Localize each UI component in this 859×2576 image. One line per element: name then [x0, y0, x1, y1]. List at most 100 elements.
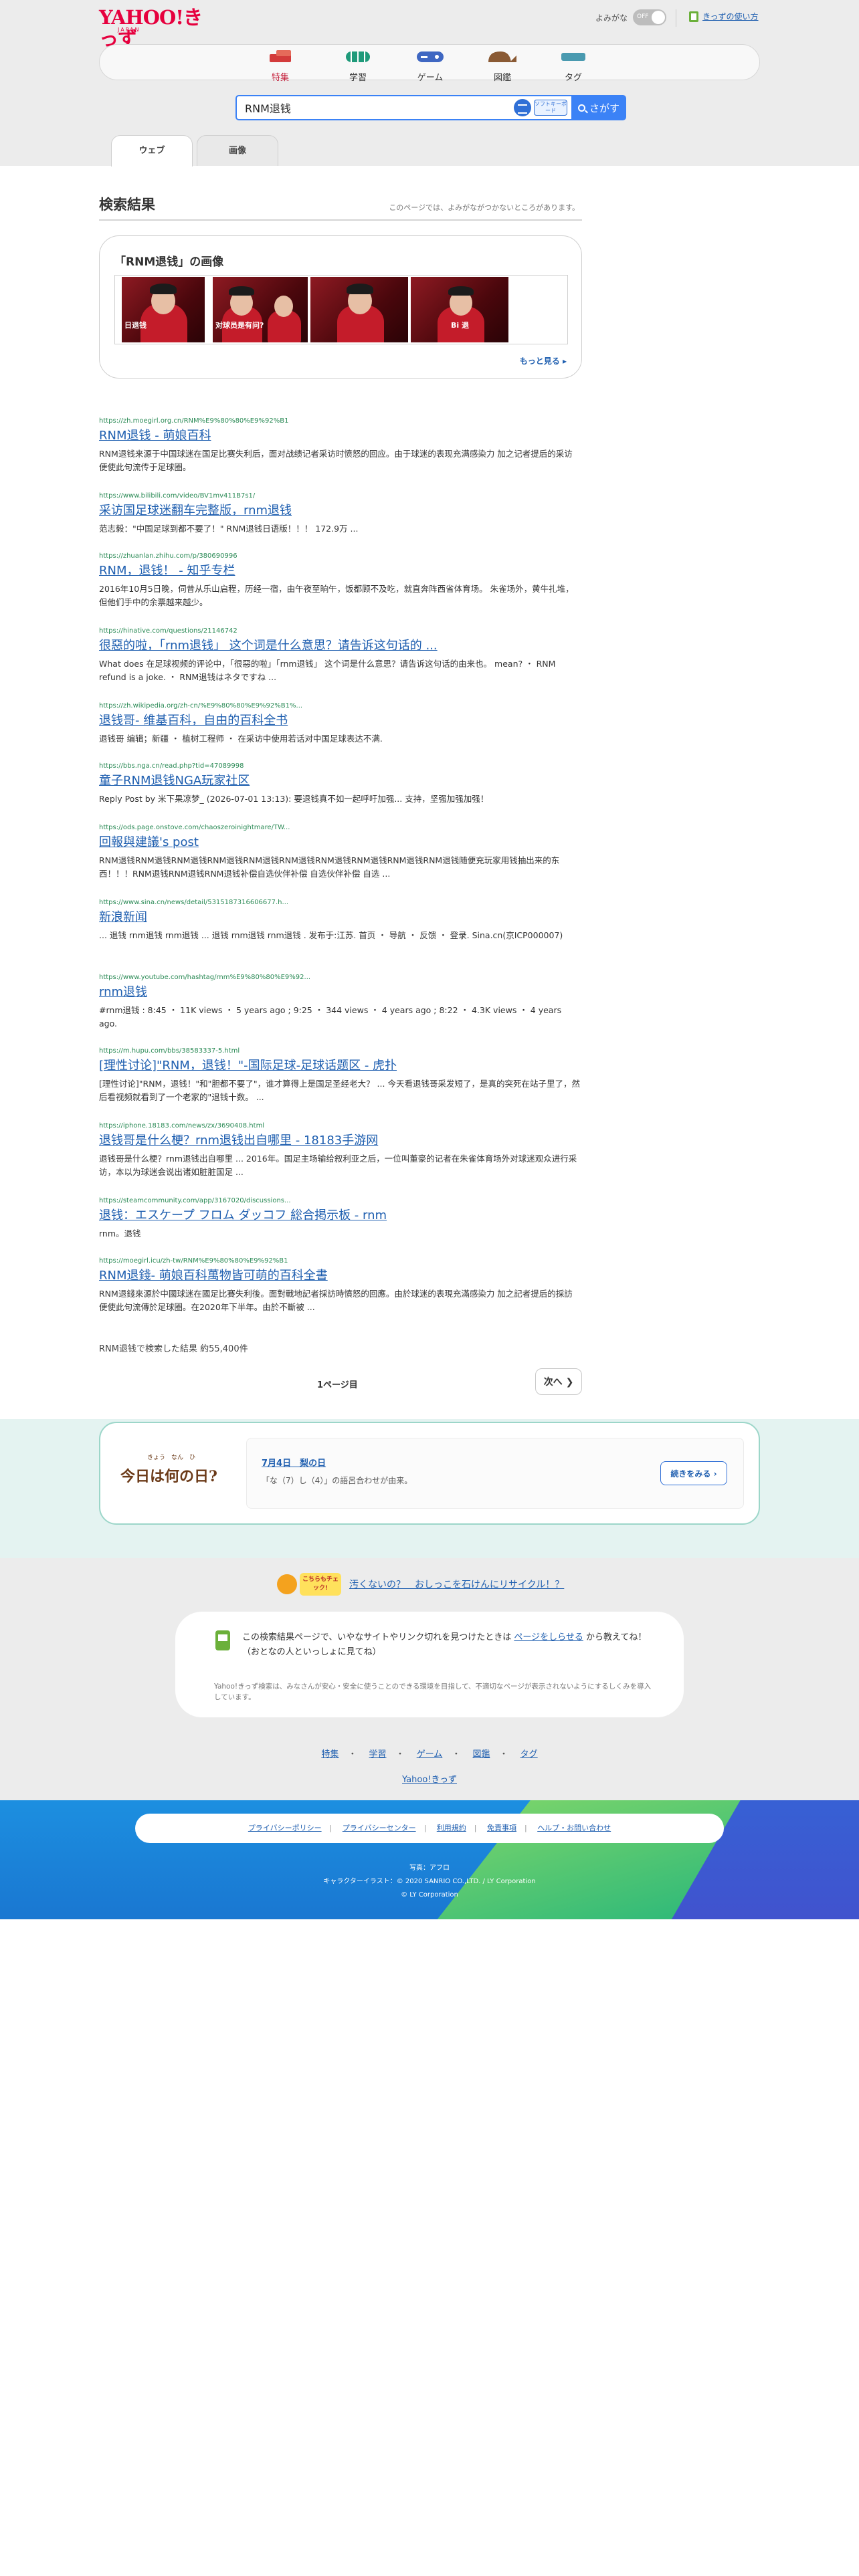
result-title-link[interactable]: RNM，退钱！ - 知乎专栏 [99, 563, 582, 579]
footer-link-game[interactable]: ゲーム [417, 1749, 443, 1759]
result-title-link[interactable]: 回報與建議's post [99, 835, 582, 851]
image-box-title: 「RNM退钱」の画像 [114, 255, 224, 269]
furigana-state: OFF [637, 13, 649, 20]
category-game[interactable]: ゲーム [403, 49, 457, 83]
soft-keyboard-button[interactable]: ソフトキーボード [514, 98, 567, 117]
results-header: 検索結果 このページでは、よみがながつかないところがあります。 [99, 194, 582, 221]
search-button[interactable]: さがす [571, 95, 626, 120]
result-url: https://moegirl.icu/zh-tw/RNM%E9%80%80%E… [99, 1257, 288, 1265]
image-thumbnail[interactable]: Bi 退 [411, 277, 508, 342]
search-result: https://www.youtube.com/hashtag/rnm%E9%8… [99, 974, 582, 1031]
today-card: きょう なん ひ 今日は何の日? 7月4日 梨の日 「な（7）し（4）」の語呂合… [99, 1422, 760, 1525]
results-title: 検索結果 [99, 197, 155, 213]
result-title-link[interactable]: rnm退钱 [99, 984, 582, 1000]
footer-home-row: Yahoo!きっず [0, 1772, 859, 1785]
search-result: https://moegirl.icu/zh-tw/RNM%E9%80%80%E… [99, 1257, 582, 1314]
terms-link[interactable]: 利用規約 [437, 1824, 466, 1832]
tab-image[interactable]: 画像 [197, 135, 278, 166]
book-icon [689, 11, 698, 22]
search-result: https://m.hupu.com/bbs/38583337-5.html [… [99, 1047, 582, 1104]
report-note: （おとなの人といっしょに見てね） [242, 1647, 381, 1657]
report-text: この検索結果ページで、いやなサイトやリンク切れを見つけたときは ページをしらせる… [242, 1630, 657, 1660]
category-tag[interactable]: タグ [547, 49, 600, 83]
yahoo-kids-logo[interactable]: YAHOO!きっず JAPAN [99, 7, 217, 49]
search-result: https://iphone.18183.com/news/zx/3690408… [99, 1122, 582, 1179]
today-date-link[interactable]: 7月4日 梨の日 [262, 1456, 326, 1469]
result-url: https://iphone.18183.com/news/zx/3690408… [99, 1122, 265, 1130]
help-link[interactable]: ヘルプ・お問い合わせ [537, 1824, 611, 1832]
footer-blue-area: プライバシーポリシー | プライバシーセンター | 利用規約 | 免責事項 | ヘルプ・… [0, 1800, 859, 1919]
footer-home-link[interactable]: Yahoo!きっず [402, 1775, 457, 1785]
keyboard-icon [514, 99, 531, 116]
image-thumbnail[interactable]: 对球员是有问? [213, 277, 308, 342]
footer-link-feature[interactable]: 特集 [321, 1749, 339, 1759]
search-result: https://zhuanlan.zhihu.com/p/380690996 R… [99, 552, 582, 609]
search-result: https://steamcommunity.com/app/3167020/d… [99, 1197, 582, 1241]
search-icon [577, 104, 585, 112]
thumbnail-caption: 对球员是有问? [215, 321, 264, 330]
today-more-button[interactable]: 続きをみる › [660, 1461, 727, 1485]
result-title-link[interactable]: 退钱哥- 维基百科，自由的百科全书 [99, 713, 582, 729]
result-url: https://zhuanlan.zhihu.com/p/380690996 [99, 552, 237, 560]
footer-link-zukan[interactable]: 図鑑 [472, 1749, 490, 1759]
footer-link-study[interactable]: 学習 [369, 1749, 387, 1759]
result-title-link[interactable]: 采访国足球迷翻车完整版，rnm退钱 [99, 503, 582, 519]
toggle-knob [652, 11, 666, 24]
result-url: https://zh.wikipedia.org/zh-cn/%E9%80%80… [99, 702, 303, 710]
photo-credit: 写真：アフロ [409, 1864, 450, 1872]
next-page-button[interactable]: 次へ ❯ [535, 1368, 582, 1395]
recycle-article-link[interactable]: 汚くないの？ おしっこを石けんにリサイクル！？ [349, 1578, 564, 1591]
search-button-label: さがす [589, 102, 619, 114]
separator-dot: ・ [348, 1749, 357, 1759]
result-title-link[interactable]: RNM退錢- 萌娘百科萬物皆可萌的百科全書 [99, 1268, 582, 1284]
result-url: https://zh.moegirl.org.cn/RNM%E9%80%80%E… [99, 417, 289, 425]
result-title-link[interactable]: 退钱：エスケープ フロム ダッコフ 総合掲示板 - rnm [99, 1208, 582, 1224]
result-url: https://bbs.nga.cn/read.php?tid=47089998 [99, 762, 244, 770]
furigana-toggle[interactable]: OFF [633, 9, 667, 25]
result-title-link[interactable]: [理性讨论]"RNM，退钱！"-国际足球-足球话题区 - 虎扑 [99, 1058, 582, 1074]
result-snippet: 退钱哥是什么梗？rnm退钱出自哪里 ... 2016年。国足主场输给叙利亚之后，… [99, 1154, 577, 1177]
result-title-link[interactable]: 退钱哥是什么梗？rnm退钱出自哪里 - 18183手游网 [99, 1133, 582, 1149]
separator-dot: ・ [499, 1749, 508, 1759]
tag-icon [561, 53, 585, 61]
result-title-link[interactable]: 很惡的啦，「rnm退钱」 这个词是什么意思？请告诉这句话的 ... [99, 638, 582, 654]
search-bar: ソフトキーボード さがす [235, 95, 626, 120]
game-controller-icon [417, 51, 444, 62]
search-result: https://zh.moegirl.org.cn/RNM%E9%80%80%E… [99, 417, 582, 474]
result-title-link[interactable]: RNM退钱 - 萌娘百科 [99, 428, 582, 444]
result-snippet: 退钱哥 编辑；新疆 ・ 植树工程师 ・ 在采访中使用若话对中国足球表达不满. [99, 734, 383, 744]
result-url: https://www.bilibili.com/video/BV1mv411B… [99, 492, 256, 500]
result-title-link[interactable]: 童子RNM退钱NGA玩家社区 [99, 773, 582, 789]
copyright: © LY Corporation [401, 1891, 458, 1899]
result-snippet: What does 在足球视频的评论中，「很惡的啦」「rnm退钱」 这个词是什么… [99, 659, 556, 682]
search-result: https://www.bilibili.com/video/BV1mv411B… [99, 492, 582, 536]
result-url: https://ods.page.onstove.com/chaoszeroin… [99, 824, 290, 831]
privacy-center-link[interactable]: プライバシーセンター [343, 1824, 416, 1832]
furigana-label: よみがな [595, 13, 628, 23]
category-study[interactable]: 学習 [331, 49, 385, 83]
check-badge-text: こちらもチェック! [300, 1573, 341, 1596]
image-thumbnail[interactable]: 日退钱 [122, 277, 205, 342]
zukan-icon [488, 51, 516, 62]
today-more-label: 続きをみる [670, 1469, 711, 1479]
more-images-link[interactable]: もっと見る ▸ [520, 355, 567, 366]
result-title-link[interactable]: 新浪新闻 [99, 909, 582, 926]
thumbnail-caption: 日退钱 [124, 321, 147, 330]
tab-web[interactable]: ウェブ [111, 135, 193, 167]
category-feature[interactable]: 特集 [254, 49, 307, 83]
privacy-policy-link[interactable]: プライバシーポリシー [248, 1824, 322, 1832]
image-thumbnail[interactable] [310, 277, 408, 342]
result-url: https://steamcommunity.com/app/3167020/d… [99, 1197, 291, 1204]
logo-sub-text: JAPAN [118, 27, 140, 33]
search-result: https://bbs.nga.cn/read.php?tid=47089998… [99, 762, 582, 806]
furigana-toggle-area: よみがな OFF [595, 9, 667, 25]
credits: 写真：アフロ キャラクターイラスト：© 2020 SANRIO CO.,LTD.… [0, 1862, 859, 1902]
category-zukan[interactable]: 図鑑 [476, 49, 529, 83]
footer-link-tag[interactable]: タグ [520, 1749, 538, 1759]
study-icon [346, 51, 370, 62]
howto-link[interactable]: きっずの使い方 [702, 11, 759, 22]
result-snippet: rnm。退钱 [99, 1228, 141, 1239]
disclaimer-link[interactable]: 免責事項 [487, 1824, 516, 1832]
report-page-link[interactable]: ページをしらせる [514, 1632, 583, 1642]
result-snippet: RNM退錢來源於中國球迷在國足比賽失利後。面對戰地記者採訪時憤怒的回應。由於球迷… [99, 1289, 573, 1312]
